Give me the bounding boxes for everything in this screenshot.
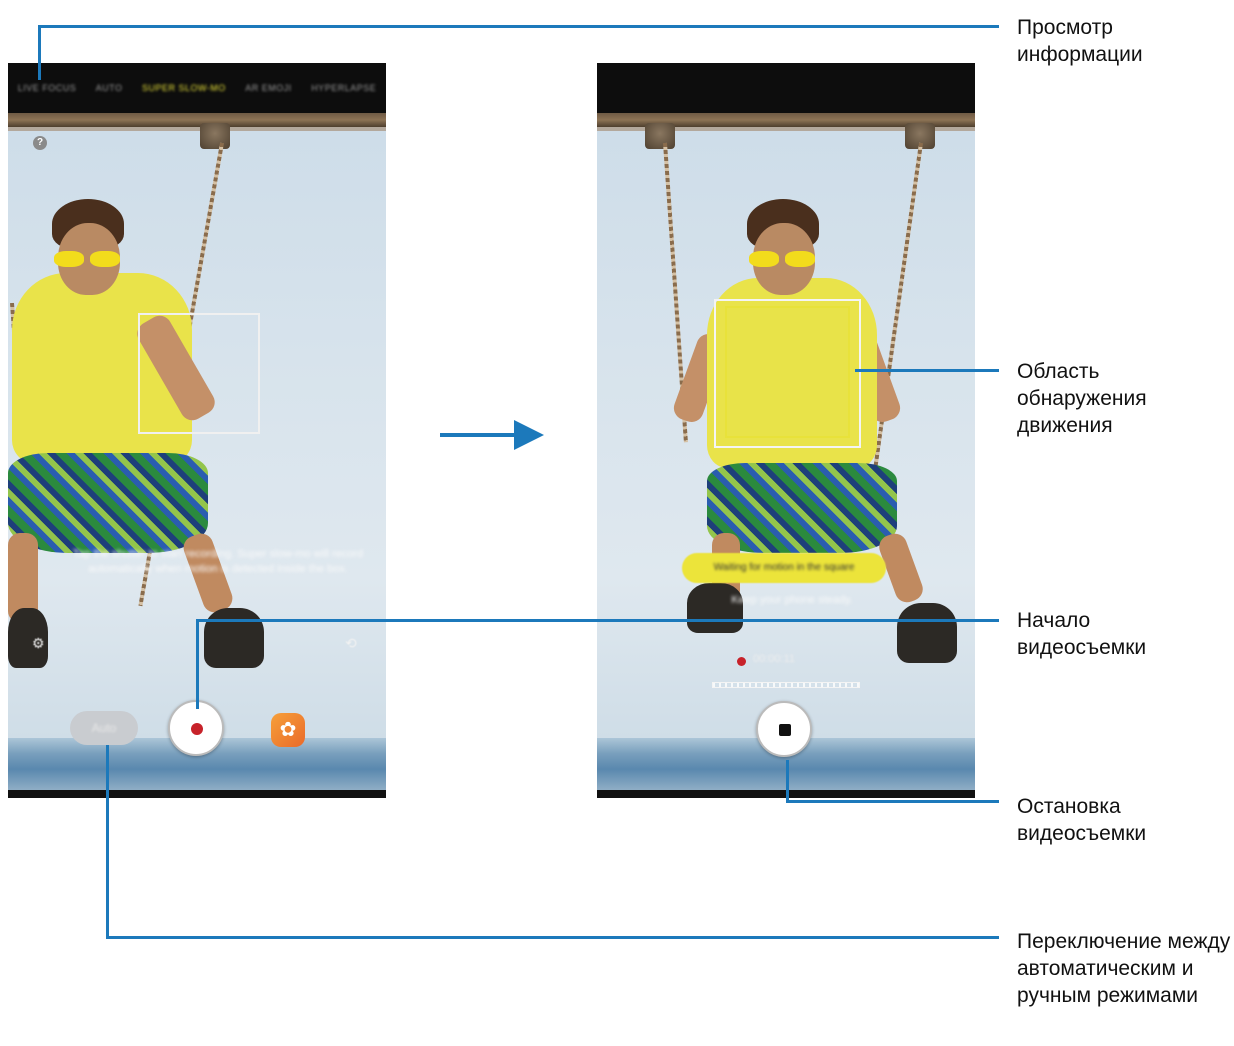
hint-text: Keep your phone steady. (731, 594, 853, 606)
mode-tab[interactable]: HYPERLAPSE (311, 83, 376, 93)
transition-arrow-icon (514, 420, 544, 450)
callout-line (786, 760, 789, 803)
camera-top-bar (597, 63, 975, 113)
recording-timer: 00:00:11 (753, 653, 796, 665)
callout-line (106, 936, 999, 939)
patterned-shorts (8, 453, 208, 553)
callout-line (38, 25, 41, 80)
callout-line (855, 369, 999, 372)
callout-line (196, 619, 999, 622)
effects-flower-icon[interactable]: ✿ (271, 713, 305, 747)
callout-line (106, 745, 109, 939)
sunglasses (785, 251, 815, 267)
callout-line (786, 800, 999, 803)
help-icon[interactable]: ? (33, 136, 47, 150)
recording-progress-bar (712, 682, 860, 688)
record-dot-icon (191, 723, 203, 735)
callout-motion-area: Область обнаружения движения (1017, 360, 1147, 437)
transition-arrow-line (440, 433, 518, 437)
mode-tab[interactable]: LIVE FOCUS (18, 83, 77, 93)
motion-detection-box[interactable] (138, 313, 260, 434)
motion-detection-box-inner (725, 306, 850, 438)
hint-text: Tap the shutter to start recording. Supe… (72, 548, 364, 575)
callout-line (38, 25, 999, 28)
shoe (204, 608, 264, 668)
mode-tab[interactable]: AR EMOJI (245, 83, 292, 93)
settings-gear-icon[interactable]: ⚙ (32, 635, 45, 652)
sunglasses (54, 251, 84, 267)
shoe (897, 603, 957, 663)
mode-tab[interactable]: AUTO (96, 83, 123, 93)
callout-view-info: Просмотр информации (1017, 16, 1143, 66)
callout-stop-recording: Остановка видеосъемки (1017, 795, 1147, 845)
status-pill: Waiting for motion in the square (682, 553, 886, 583)
camera-screen-recording: Waiting for motion in the square Keep yo… (597, 63, 975, 798)
sunglasses (749, 251, 779, 267)
mode-tab-active[interactable]: SUPER SLOW-MO (142, 83, 226, 93)
bottom-bar (8, 790, 386, 798)
callout-switch-modes: Переключение между автоматическим и ручн… (1017, 930, 1231, 1007)
recording-dot-icon (737, 657, 746, 666)
sunglasses (90, 251, 120, 267)
callout-line (196, 619, 199, 709)
auto-mode-button[interactable]: Auto (70, 711, 138, 745)
stop-button[interactable] (756, 701, 812, 757)
callout-start-recording: Начало видеосъемки (1017, 609, 1147, 659)
camera-mode-tabs: LIVE FOCUS AUTO SUPER SLOW-MO AR EMOJI H… (8, 63, 386, 113)
shoe (687, 583, 743, 633)
switch-camera-icon[interactable]: ⟲ (345, 635, 357, 652)
stop-square-icon (779, 724, 791, 736)
